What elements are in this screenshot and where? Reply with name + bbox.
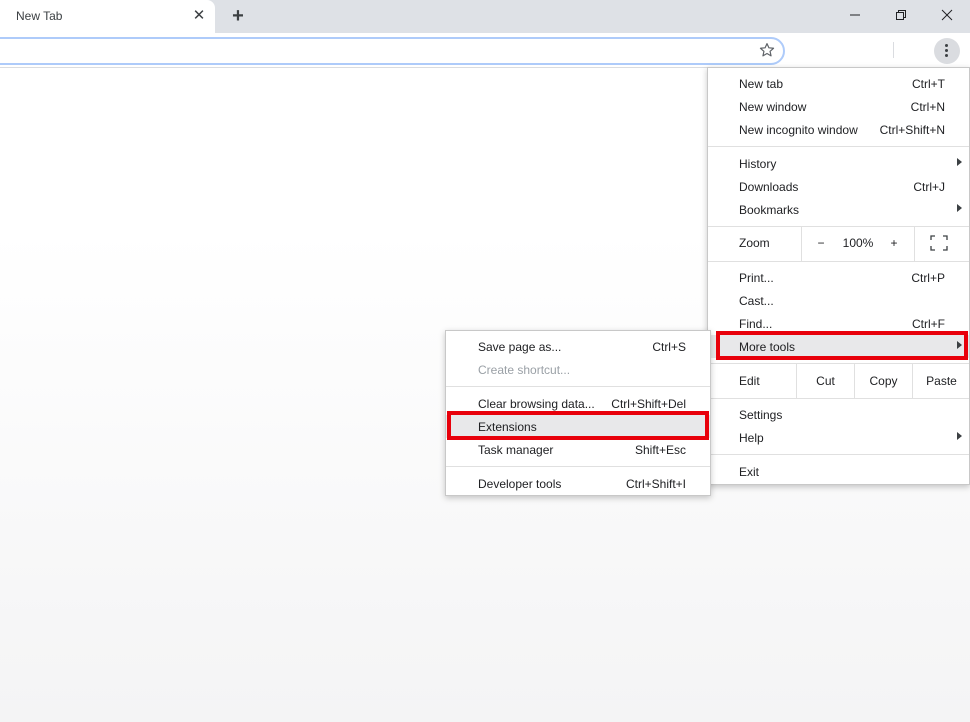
menu-item-save-page-as[interactable]: Save page as... Ctrl+S — [446, 335, 710, 358]
minimize-icon[interactable] — [832, 0, 878, 32]
menu-item-extensions[interactable]: Extensions — [446, 415, 710, 438]
zoom-out-button[interactable]: − — [808, 236, 834, 250]
submenu-arrow-icon — [957, 341, 962, 349]
submenu-arrow-icon — [957, 432, 962, 440]
menu-item-task-manager[interactable]: Task manager Shift+Esc — [446, 438, 710, 461]
tab-title: New Tab — [16, 9, 63, 23]
zoom-label: Zoom — [739, 236, 770, 250]
menu-item-downloads[interactable]: Downloads Ctrl+J — [708, 175, 969, 198]
star-icon[interactable] — [758, 41, 776, 59]
menu-item-clear-browsing-data[interactable]: Clear browsing data... Ctrl+Shift+Del — [446, 392, 710, 415]
menu-item-history[interactable]: History — [708, 152, 969, 175]
tab-new-tab[interactable]: New Tab ✕ — [0, 0, 215, 33]
menu-item-cast[interactable]: Cast... — [708, 289, 969, 312]
close-icon[interactable] — [924, 0, 970, 32]
fullscreen-icon[interactable] — [930, 235, 948, 254]
address-bar[interactable] — [0, 37, 785, 65]
menu-item-help[interactable]: Help — [708, 426, 969, 449]
zoom-row: Zoom − 100% + — [708, 227, 969, 261]
menu-separator — [708, 146, 969, 147]
copy-button[interactable]: Copy — [855, 374, 912, 388]
menu-item-new-incognito-window[interactable]: New incognito window Ctrl+Shift+N — [708, 118, 969, 141]
menu-separator — [446, 386, 710, 387]
menu-item-more-tools[interactable]: More tools — [708, 335, 969, 358]
chrome-main-menu: New tab Ctrl+T New window Ctrl+N New inc… — [707, 67, 970, 485]
tab-strip: New Tab ✕ + — [0, 0, 970, 33]
paste-button[interactable]: Paste — [913, 374, 970, 388]
tab-close-icon[interactable]: ✕ — [189, 6, 209, 26]
more-tools-submenu: Save page as... Ctrl+S Create shortcut..… — [445, 330, 711, 496]
menu-item-developer-tools[interactable]: Developer tools Ctrl+Shift+I — [446, 472, 710, 495]
submenu-arrow-icon — [957, 158, 962, 166]
menu-item-create-shortcut[interactable]: Create shortcut... — [446, 358, 710, 381]
menu-separator — [446, 466, 710, 467]
zoom-value: 100% — [842, 236, 874, 250]
edit-row: Edit Cut Copy Paste — [708, 364, 969, 398]
kebab-menu-icon[interactable] — [934, 38, 960, 64]
menu-item-bookmarks[interactable]: Bookmarks — [708, 198, 969, 221]
new-tab-button[interactable]: + — [226, 4, 250, 28]
menu-item-settings[interactable]: Settings — [708, 403, 969, 426]
edit-label: Edit — [739, 374, 760, 388]
menu-item-new-tab[interactable]: New tab Ctrl+T — [708, 72, 969, 95]
toolbar-divider — [893, 42, 894, 58]
menu-item-new-window[interactable]: New window Ctrl+N — [708, 95, 969, 118]
menu-separator — [708, 454, 969, 455]
menu-item-exit[interactable]: Exit — [708, 460, 969, 483]
menu-separator — [708, 398, 969, 399]
toolbar — [0, 33, 970, 68]
cut-button[interactable]: Cut — [797, 374, 854, 388]
menu-item-find[interactable]: Find... Ctrl+F — [708, 312, 969, 335]
menu-item-print[interactable]: Print... Ctrl+P — [708, 266, 969, 289]
zoom-in-button[interactable]: + — [882, 236, 906, 250]
restore-icon[interactable] — [878, 0, 924, 32]
submenu-arrow-icon — [957, 204, 962, 212]
menu-separator — [708, 261, 969, 262]
